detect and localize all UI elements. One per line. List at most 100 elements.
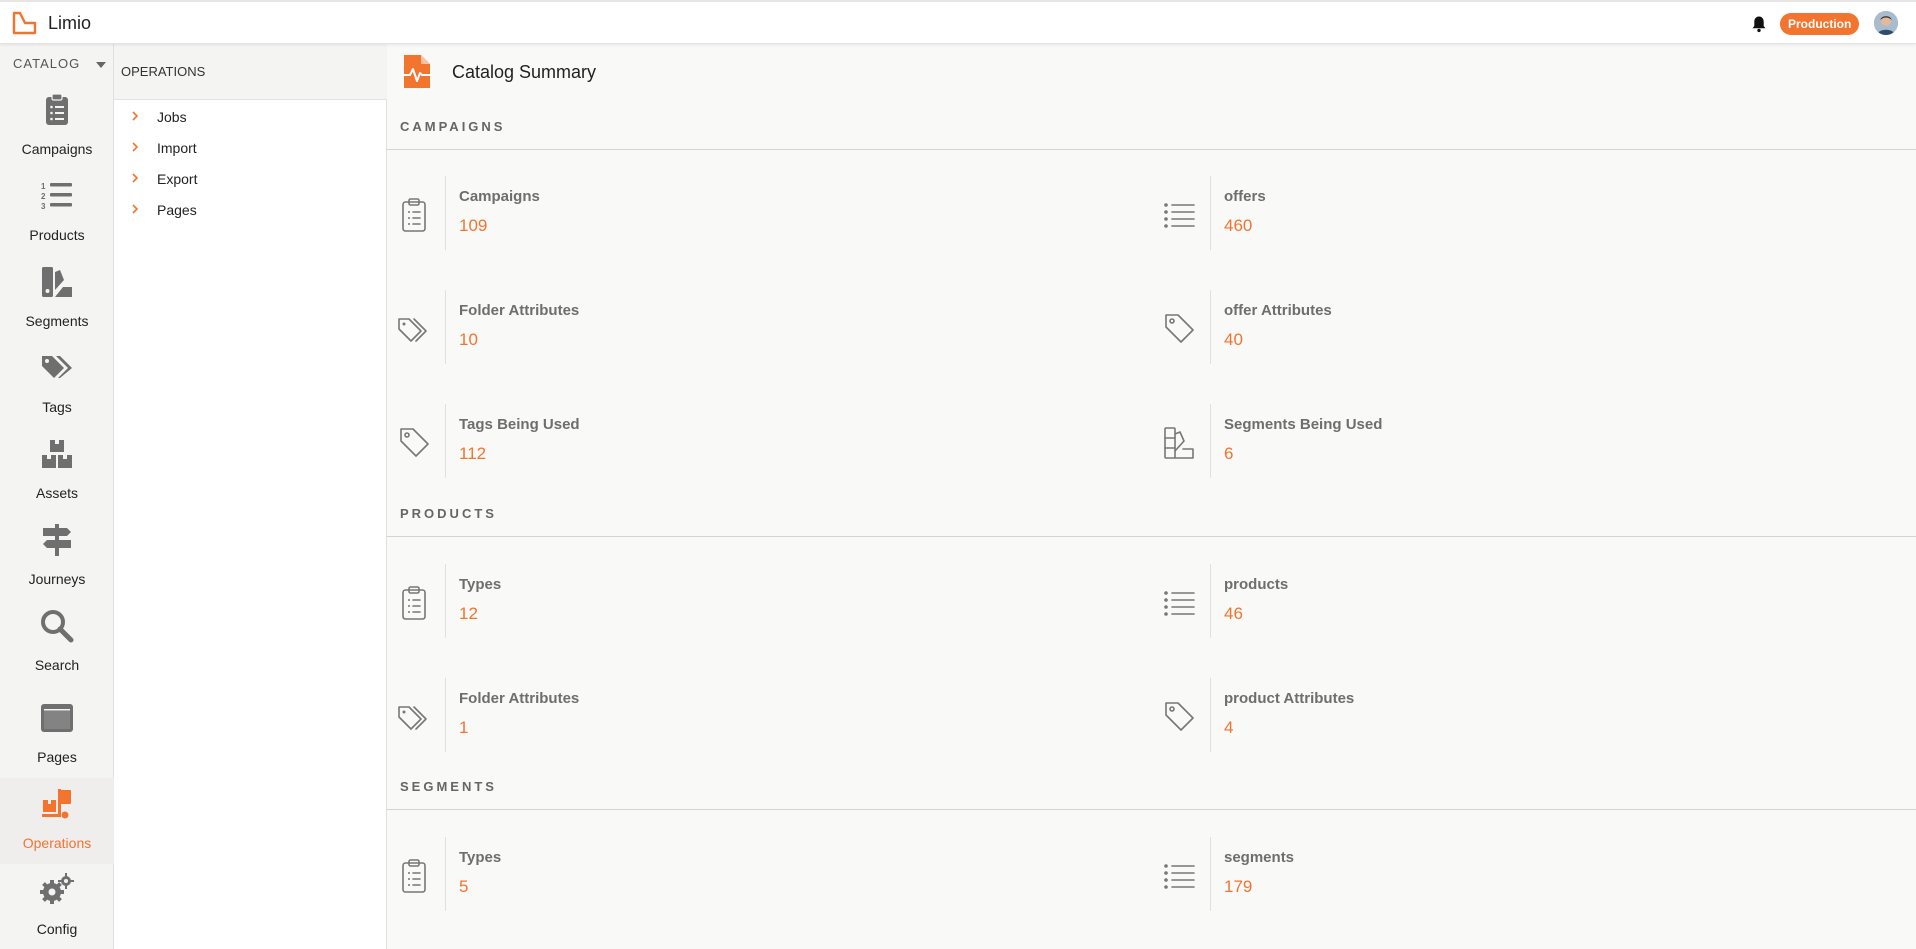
caret-down-icon — [96, 62, 106, 68]
rail-item-label: Journeys — [28, 571, 86, 587]
stat-divider — [1210, 564, 1211, 638]
notification-bell-icon[interactable] — [1750, 15, 1768, 33]
stat-product-attributes: product Attributes 4 — [1152, 678, 1792, 758]
rail-item-tags[interactable]: Tags — [0, 342, 114, 428]
rail-item-assets[interactable]: Assets — [0, 428, 114, 514]
catalog-rail: CATALOG Campaigns 1 2 3 Products Segment… — [0, 44, 114, 949]
page-title: Catalog Summary — [452, 62, 597, 82]
stat-divider — [1210, 176, 1211, 250]
subnav-item-jobs[interactable]: Jobs — [114, 103, 387, 131]
svg-text:2: 2 — [41, 192, 46, 201]
chevron-right-icon — [132, 142, 139, 152]
stat-segments-being-used: Segments Being Used 6 — [1152, 404, 1792, 484]
subnav-item-label: Pages — [157, 202, 197, 218]
section-divider — [387, 536, 1916, 537]
stat-product-types: Types 12 — [387, 564, 1027, 644]
list-icon — [1164, 864, 1195, 889]
stat-products: products 46 — [1152, 564, 1792, 644]
stat-tags-being-used: Tags Being Used 112 — [387, 404, 1027, 484]
section-divider — [387, 809, 1916, 810]
stat-label: Folder Attributes — [459, 690, 580, 707]
rail-item-label: Products — [29, 227, 85, 243]
rail-item-pages[interactable]: Pages — [0, 692, 114, 778]
stat-value[interactable]: 109 — [459, 216, 487, 236]
stat-value[interactable]: 5 — [459, 877, 468, 897]
stat-divider — [445, 678, 446, 752]
stat-value[interactable]: 46 — [1224, 604, 1243, 624]
subnav-item-export[interactable]: Export — [114, 165, 387, 193]
list-icon — [1164, 203, 1195, 228]
stat-divider — [445, 404, 446, 478]
dolly-icon — [42, 789, 71, 819]
subnav-item-import[interactable]: Import — [114, 134, 387, 162]
window-icon — [41, 704, 73, 732]
gears-icon — [40, 873, 74, 904]
rail-item-label: Tags — [42, 399, 72, 415]
rail-item-campaigns[interactable]: Campaigns — [0, 84, 114, 170]
svg-text:3: 3 — [41, 202, 46, 211]
section-title-campaigns: CAMPAIGNS — [400, 119, 506, 134]
operations-subnav: OPERATIONS Jobs Import Export Pages — [114, 44, 387, 949]
stat-label: offer Attributes — [1224, 302, 1332, 319]
list-icon — [1164, 591, 1195, 616]
stat-divider — [1210, 290, 1211, 364]
subnav-item-pages[interactable]: Pages — [114, 196, 387, 224]
section-title-products: PRODUCTS — [400, 506, 497, 521]
numbered-list-icon: 1 2 3 — [41, 182, 72, 211]
user-avatar[interactable] — [1874, 11, 1898, 35]
stat-value[interactable]: 6 — [1224, 444, 1233, 464]
stat-product-folder-attributes: Folder Attributes 1 — [387, 678, 1027, 758]
rail-item-label: Operations — [22, 835, 92, 851]
catalog-selector-label: CATALOG — [13, 56, 81, 71]
rail-item-search[interactable]: Search — [0, 600, 114, 686]
catalog-selector[interactable]: CATALOG — [0, 54, 114, 74]
top-bar: Limio Production — [0, 0, 1916, 44]
svg-text:1: 1 — [41, 182, 46, 191]
rail-item-config[interactable]: Config — [0, 864, 114, 949]
rail-item-label: Pages — [37, 749, 77, 765]
stat-value[interactable]: 40 — [1224, 330, 1243, 350]
limio-logo-icon[interactable] — [11, 9, 39, 37]
stat-label: Segments Being Used — [1224, 416, 1383, 433]
stat-label: Types — [459, 849, 502, 866]
rail-item-journeys[interactable]: Journeys — [0, 514, 114, 600]
stat-divider — [1210, 404, 1211, 478]
stat-label: Campaigns — [459, 188, 540, 205]
stat-offer-attributes: offer Attributes 40 — [1152, 290, 1792, 370]
subnav-header: OPERATIONS — [114, 44, 387, 100]
stat-segments: segments 179 — [1152, 837, 1792, 917]
stat-label: offers — [1224, 188, 1266, 205]
app-title: Limio — [48, 13, 92, 33]
user-avatar-icon — [1874, 11, 1898, 35]
stat-label: products — [1224, 576, 1289, 593]
tag-icon — [400, 428, 429, 457]
section-divider — [387, 149, 1916, 150]
rail-item-products[interactable]: 1 2 3 Products — [0, 170, 114, 256]
stat-label: Folder Attributes — [459, 302, 580, 319]
clipboard-list-icon — [402, 859, 426, 893]
chevron-right-icon — [132, 173, 139, 183]
stat-folder-attributes: Folder Attributes 10 — [387, 290, 1027, 370]
stat-value[interactable]: 460 — [1224, 216, 1252, 236]
stat-value[interactable]: 10 — [459, 330, 478, 350]
swatch-icon — [1164, 427, 1194, 459]
rail-item-label: Segments — [25, 313, 89, 329]
environment-badge[interactable]: Production — [1780, 13, 1860, 35]
rail-item-operations[interactable]: Operations — [0, 778, 114, 864]
stat-label: Types — [459, 576, 502, 593]
rail-item-segments[interactable]: Segments — [0, 256, 114, 342]
subnav-item-label: Export — [157, 171, 198, 187]
stat-value[interactable]: 4 — [1224, 718, 1233, 738]
stat-divider — [1210, 678, 1211, 752]
stat-value[interactable]: 112 — [459, 444, 486, 464]
stat-divider — [445, 290, 446, 364]
tag-icon — [1165, 314, 1194, 343]
stat-value[interactable]: 1 — [459, 718, 468, 738]
catalog-summary-panel: Catalog Summary CAMPAIGNS Campaigns 109 … — [387, 44, 1916, 949]
stat-offers: offers 460 — [1152, 176, 1792, 256]
stat-divider — [445, 176, 446, 250]
stat-value[interactable]: 179 — [1224, 877, 1252, 897]
stat-label: product Attributes — [1224, 690, 1355, 707]
stat-label: Tags Being Used — [459, 416, 580, 433]
stat-value[interactable]: 12 — [459, 604, 478, 624]
